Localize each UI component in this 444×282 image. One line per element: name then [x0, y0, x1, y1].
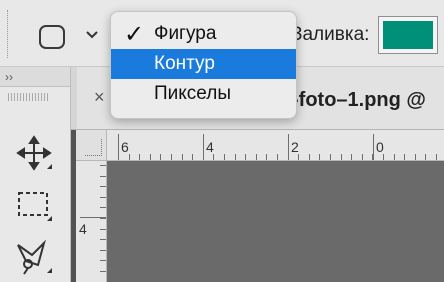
ruler-minor-tick — [100, 207, 106, 208]
menu-item-shape[interactable]: ✓ Фигура — [111, 19, 296, 49]
ruler-minor-tick — [372, 154, 373, 160]
options-bar-grip — [7, 10, 9, 58]
ruler-minor-tick — [129, 154, 130, 160]
ruler-minor-tick — [160, 154, 161, 160]
menu-item-label: Фигура — [154, 23, 217, 44]
tools-panel-grip[interactable] — [8, 93, 48, 101]
ruler-minor-tick — [150, 154, 151, 160]
ruler-label: 4 — [206, 139, 214, 155]
chevron-down-icon[interactable] — [85, 30, 99, 40]
ruler-minor-tick — [341, 154, 342, 160]
ruler-minor-tick — [224, 154, 225, 160]
ruler-minor-tick — [256, 154, 257, 160]
ruler-minor-tick — [100, 260, 106, 261]
checkmark-icon: ✓ — [124, 21, 145, 48]
ruler-minor-tick — [319, 154, 320, 160]
marquee-tool[interactable] — [14, 187, 54, 223]
ruler-minor-tick — [118, 154, 119, 160]
tool-group-indicator — [47, 164, 52, 169]
move-tool[interactable] — [14, 135, 54, 171]
ruler-minor-tick — [182, 154, 183, 160]
close-icon[interactable]: × — [94, 87, 105, 108]
fill-color-swatch — [383, 21, 433, 49]
ruler-minor-tick — [100, 250, 106, 251]
ruler-minor-tick — [383, 154, 384, 160]
ruler-label: 6 — [121, 139, 129, 155]
tools-panel-collapse[interactable]: ›› — [0, 67, 70, 87]
ruler-minor-tick — [425, 154, 426, 160]
fill-label: Заливка: — [291, 24, 370, 45]
ruler-minor-tick — [100, 271, 106, 272]
ruler-minor-tick — [235, 154, 236, 160]
ruler-minor-tick — [277, 154, 278, 160]
ruler-minor-tick — [100, 239, 106, 240]
shape-square-icon[interactable] — [39, 25, 65, 49]
ruler-minor-tick — [266, 154, 267, 160]
ruler-minor-tick — [192, 154, 193, 160]
document-title: -foto–1.png @ — [292, 89, 426, 111]
ruler-minor-tick — [213, 154, 214, 160]
ruler-minor-tick — [415, 154, 416, 160]
ruler-minor-tick — [298, 154, 299, 160]
ruler-minor-tick — [288, 154, 289, 160]
ruler-minor-tick — [362, 154, 363, 160]
menu-item-label: Пикселы — [154, 83, 231, 104]
ruler-minor-tick — [139, 154, 140, 160]
ruler-label: 2 — [291, 139, 299, 155]
ruler-minor-tick — [100, 186, 106, 187]
ruler-minor-tick — [100, 218, 106, 219]
ruler-minor-tick — [100, 176, 106, 177]
ruler-minor-tick — [203, 154, 204, 160]
shape-mode-menu: ✓ Фигура Контур Пикселы — [110, 11, 297, 119]
ruler-minor-tick — [171, 154, 172, 160]
double-chevron-icon: ›› — [5, 70, 13, 84]
tool-group-indicator — [47, 268, 52, 273]
ruler-minor-tick — [404, 154, 405, 160]
ruler-minor-tick — [436, 154, 437, 160]
menu-item-pixels[interactable]: Пикселы — [111, 79, 296, 109]
ruler-minor-tick — [351, 154, 352, 160]
ruler-label: 4 — [79, 221, 87, 237]
fill-color-button[interactable] — [378, 16, 438, 54]
tool-group-indicator — [47, 216, 52, 221]
ruler-minor-tick — [309, 154, 310, 160]
tools-panel: ›› — [0, 67, 71, 282]
ruler-minor-tick — [330, 154, 331, 160]
document-canvas[interactable] — [107, 161, 444, 282]
ruler-minor-tick — [100, 197, 106, 198]
menu-item-path[interactable]: Контур — [111, 49, 296, 79]
ruler-label: 0 — [376, 139, 384, 155]
menu-item-label: Контур — [154, 53, 215, 74]
horizontal-ruler[interactable]: 6 4 2 0 — [107, 130, 444, 161]
vertical-ruler[interactable]: 4 — [76, 161, 107, 282]
ruler-minor-tick — [100, 229, 106, 230]
ruler-minor-tick — [394, 154, 395, 160]
lasso-tool[interactable] — [14, 239, 54, 275]
ruler-minor-tick — [100, 165, 106, 166]
ruler-major-tick — [373, 134, 374, 160]
ruler-origin[interactable] — [76, 130, 107, 161]
ruler-minor-tick — [245, 154, 246, 160]
